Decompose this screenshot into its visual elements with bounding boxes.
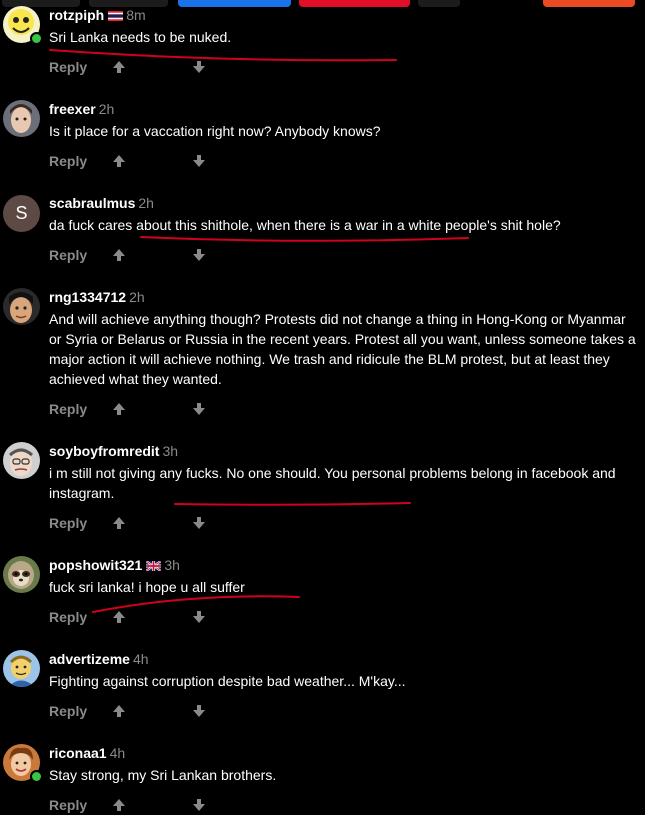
timestamp: 3h [162,443,179,459]
comment-text: Is it place for a vaccation right now? A… [49,123,381,139]
reply-button[interactable]: Reply [49,246,87,264]
toolbar-orange-button[interactable] [543,0,635,7]
reply-button[interactable]: Reply [49,702,87,720]
comment-text: And will achieve anything though? Protes… [49,311,636,387]
timestamp: 2h [138,195,154,211]
avatar[interactable] [3,288,40,325]
upvote-icon[interactable] [112,516,126,533]
downvote-icon[interactable] [192,516,206,533]
downvote-icon[interactable] [192,402,206,419]
comment-text: Fighting against corruption despite bad … [49,673,406,689]
username[interactable]: riconaa1 [49,745,107,761]
username[interactable]: advertizeme [49,651,130,667]
upvote-icon[interactable] [112,704,126,721]
comment-text: fuck sri lanka! i hope u all suffer [49,579,245,595]
reply-button[interactable]: Reply [49,514,87,532]
comment-header: freexer 2h [49,101,114,118]
toolbar-share-button[interactable] [178,0,291,7]
username[interactable]: soyboyfromredit [49,443,159,459]
toolbar-button-1[interactable] [2,0,80,7]
comment-header: rng1334712 2h [49,289,145,306]
timestamp: 2h [129,289,145,305]
reply-button[interactable]: Reply [49,58,87,76]
toolbar-button-2[interactable] [89,0,168,7]
annotation-underline [174,502,411,506]
upvote-icon[interactable] [112,610,126,627]
avatar[interactable] [3,100,40,137]
comment-text: da fuck cares about this shithole, when … [49,217,561,233]
comment-text: Stay strong, my Sri Lankan brothers. [49,767,277,783]
upvote-icon[interactable] [112,154,126,171]
downvote-icon[interactable] [192,704,206,721]
avatar[interactable] [3,442,40,479]
timestamp: 4h [109,745,126,761]
comment-text: Sri Lanka needs to be nuked. [49,29,232,45]
toolbar-red-button[interactable] [299,0,410,7]
upvote-icon[interactable] [112,402,126,419]
timestamp: 3h [164,557,180,573]
upvote-icon[interactable] [112,60,126,77]
annotation-underline [49,49,397,62]
upvote-icon[interactable] [112,248,126,265]
thailand-flag-icon [108,8,124,25]
timestamp: 8m [126,7,146,23]
comment-header: scabraulmus 2h [49,195,154,212]
comment-header: riconaa1 4h [49,745,125,762]
username[interactable]: freexer [49,101,96,117]
avatar[interactable] [3,650,40,687]
reply-button[interactable]: Reply [49,608,87,626]
upvote-icon[interactable] [112,798,126,815]
timestamp: 4h [132,651,149,667]
username[interactable]: popshowit321 [49,557,142,573]
reply-button[interactable]: Reply [49,796,87,814]
avatar-letter: S [15,203,28,223]
downvote-icon[interactable] [192,248,206,265]
online-status-icon [30,770,43,783]
username[interactable]: rotzpiph [49,7,104,23]
reply-button[interactable]: Reply [49,152,87,170]
online-status-icon [30,32,43,45]
annotation-underline [140,236,469,242]
avatar[interactable] [3,556,40,593]
comment-header: popshowit321 3h [49,557,180,575]
comment-text: i m still not giving any fucks. No one s… [49,465,616,501]
downvote-icon[interactable] [192,60,206,77]
downvote-icon[interactable] [192,798,206,815]
comment-header: advertizeme 4h [49,651,149,668]
username[interactable]: scabraulmus [49,195,135,211]
toolbar-button-3[interactable] [418,0,460,7]
downvote-icon[interactable] [192,610,206,627]
uk-flag-icon [145,558,162,575]
reply-button[interactable]: Reply [49,400,87,418]
timestamp: 2h [98,101,115,117]
comment-header: rotzpiph 8m [49,7,146,25]
comment-header: soyboyfromredit 3h [49,443,178,460]
username[interactable]: rng1334712 [49,289,126,305]
downvote-icon[interactable] [192,154,206,171]
avatar[interactable]: S [3,195,40,232]
